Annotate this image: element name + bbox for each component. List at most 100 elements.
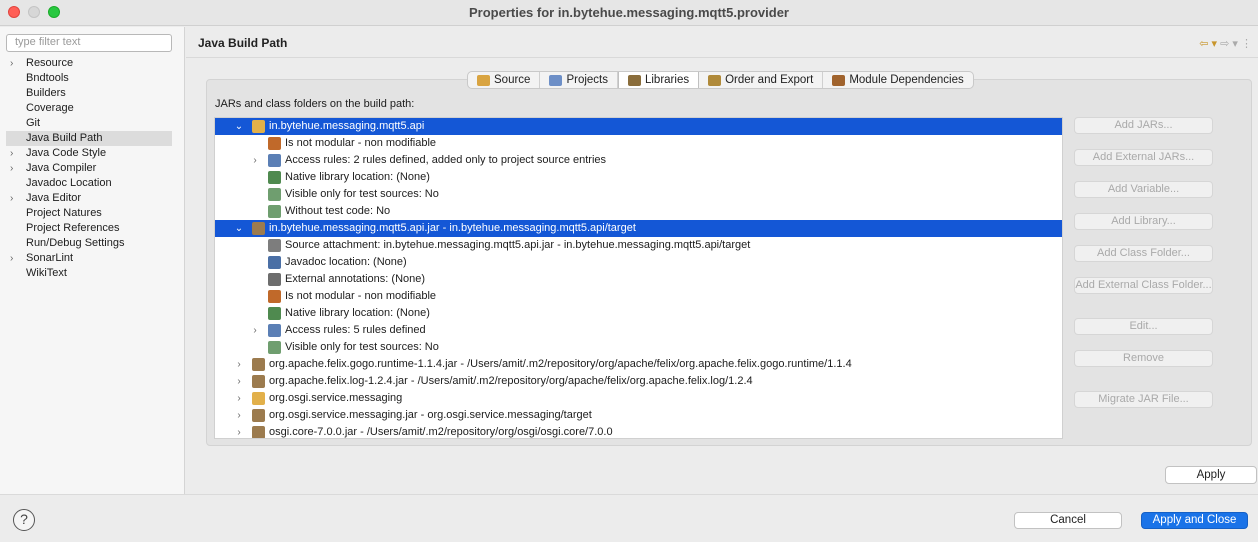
tree-row[interactable]: ⌄ in.bytehue.messaging.mqtt5.api: [215, 118, 1062, 135]
project-folder-icon: [252, 120, 265, 133]
tree-row[interactable]: Without test code: No: [215, 203, 1062, 220]
nav-item[interactable]: › SonarLint: [6, 251, 172, 266]
tree-row-label: org.osgi.service.messaging.jar - org.osg…: [269, 409, 592, 421]
back-arrow-icon[interactable]: ⇦ ▾: [1199, 38, 1217, 50]
side-button[interactable]: Add External JARs...: [1074, 149, 1213, 166]
side-button[interactable]: Add JARs...: [1074, 117, 1213, 134]
preference-nav-pane: type filter text › Resource Bndtools Builde…: [0, 27, 185, 494]
annotations-icon: [268, 273, 281, 286]
tree-row-label: Javadoc location: (None): [285, 256, 407, 268]
module-icon: [832, 74, 846, 86]
tab[interactable]: Libraries: [617, 72, 700, 88]
tree-row[interactable]: › org.apache.felix.log-1.2.4.jar - /Users…: [215, 373, 1062, 390]
native-lib-icon: [268, 307, 281, 320]
nav-item[interactable]: › Java Editor: [6, 191, 172, 206]
nav-item[interactable]: Project References: [6, 221, 172, 236]
chevron-right-icon[interactable]: ›: [249, 322, 261, 339]
tab[interactable]: Module Dependencies: [823, 72, 972, 88]
nav-item[interactable]: › Java Compiler: [6, 161, 172, 176]
side-button[interactable]: Remove: [1074, 350, 1213, 367]
chevron-right-icon[interactable]: ›: [233, 424, 245, 438]
side-button[interactable]: Add Class Folder...: [1074, 245, 1213, 262]
tree-row[interactable]: › Access rules: 5 rules defined: [215, 322, 1062, 339]
forward-arrow-icon[interactable]: ⇨ ▾: [1220, 38, 1238, 50]
nav-item[interactable]: Java Build Path: [6, 131, 172, 146]
tree-row[interactable]: Visible only for test sources: No: [215, 339, 1062, 356]
tree-row[interactable]: Is not modular - non modifiable: [215, 288, 1062, 305]
nav-item[interactable]: Coverage: [6, 101, 172, 116]
nav-item-label: Java Editor: [26, 192, 82, 204]
apply-and-close-button[interactable]: Apply and Close: [1141, 512, 1248, 529]
chevron-right-icon[interactable]: ›: [10, 191, 20, 206]
tree-row[interactable]: External annotations: (None): [215, 271, 1062, 288]
more-menu-icon[interactable]: ⋮: [1241, 38, 1252, 50]
chevron-right-icon[interactable]: ›: [10, 251, 20, 266]
tree-row-label: org.apache.felix.gogo.runtime-1.1.4.jar …: [269, 358, 852, 370]
tab-label: Order and Export: [725, 74, 814, 86]
nav-item[interactable]: Builders: [6, 86, 172, 101]
tree-row[interactable]: ⌄ in.bytehue.messaging.mqtt5.api.jar - in…: [215, 220, 1062, 237]
filter-input[interactable]: type filter text: [6, 34, 172, 52]
tree-row[interactable]: Javadoc location: (None): [215, 254, 1062, 271]
tree-row[interactable]: Source attachment: in.bytehue.messaging.…: [215, 237, 1062, 254]
tree-row[interactable]: › osgi.core-7.0.0.jar - /Users/amit/.m2/r…: [215, 424, 1062, 438]
nav-item[interactable]: Javadoc Location: [6, 176, 172, 191]
nav-item[interactable]: › Java Code Style: [6, 146, 172, 161]
side-button[interactable]: Migrate JAR File...: [1074, 391, 1213, 408]
title-bar: Properties for in.bytehue.messaging.mqtt…: [0, 0, 1258, 26]
nav-item[interactable]: Bndtools: [6, 71, 172, 86]
chevron-right-icon[interactable]: ›: [233, 356, 245, 373]
side-button[interactable]: Edit...: [1074, 318, 1213, 335]
jar-icon: [252, 222, 265, 235]
module-attr-icon: [268, 137, 281, 150]
test-icon: [268, 341, 281, 354]
nav-item[interactable]: WikiText: [6, 266, 172, 281]
nav-item[interactable]: › Resource: [6, 56, 172, 71]
tree-row-label: Native library location: (None): [285, 171, 430, 183]
chevron-right-icon[interactable]: ›: [233, 407, 245, 424]
chevron-right-icon[interactable]: ›: [10, 146, 20, 161]
tree-row-label: Access rules: 5 rules defined: [285, 324, 426, 336]
chevron-right-icon[interactable]: ›: [10, 56, 20, 71]
project-folder-icon: [252, 392, 265, 405]
chevron-right-icon[interactable]: ›: [233, 390, 245, 407]
side-button[interactable]: Add External Class Folder...: [1074, 277, 1213, 294]
nav-item-label: Java Build Path: [26, 132, 103, 144]
nav-item[interactable]: Project Natures: [6, 206, 172, 221]
tree-row[interactable]: › Access rules: 2 rules defined, added on…: [215, 152, 1062, 169]
nav-item-label: SonarLint: [26, 252, 74, 264]
tab[interactable]: Source: [468, 72, 541, 88]
tree-row-label: in.bytehue.messaging.mqtt5.api: [269, 120, 425, 132]
tree-row-label: Access rules: 2 rules defined, added onl…: [285, 154, 607, 166]
tree-row[interactable]: Native library location: (None): [215, 305, 1062, 322]
nav-item-label: Bndtools: [26, 72, 69, 84]
tree-row-label: Without test code: No: [285, 205, 391, 217]
chevron-right-icon[interactable]: ›: [249, 152, 261, 169]
side-button[interactable]: Add Variable...: [1074, 181, 1213, 198]
module-attr-icon: [268, 290, 281, 303]
chevron-down-icon[interactable]: ⌄: [233, 118, 245, 135]
tab[interactable]: Projects: [540, 72, 618, 88]
nav-item-label: Project Natures: [26, 207, 102, 219]
build-path-tree[interactable]: ⌄ in.bytehue.messaging.mqtt5.api Is not mo…: [214, 117, 1063, 439]
nav-item[interactable]: Run/Debug Settings: [6, 236, 172, 251]
chevron-right-icon[interactable]: ›: [10, 161, 20, 176]
tab[interactable]: Order and Export: [699, 72, 824, 88]
apply-button[interactable]: Apply: [1165, 466, 1257, 484]
tree-row[interactable]: › org.osgi.service.messaging: [215, 390, 1062, 407]
tree-row[interactable]: Is not modular - non modifiable: [215, 135, 1062, 152]
tree-row[interactable]: Native library location: (None): [215, 169, 1062, 186]
chevron-right-icon[interactable]: ›: [233, 373, 245, 390]
cancel-button[interactable]: Cancel: [1014, 512, 1122, 529]
chevron-down-icon[interactable]: ⌄: [233, 220, 245, 237]
nav-item[interactable]: Git: [6, 116, 172, 131]
tree-row[interactable]: Visible only for test sources: No: [215, 186, 1062, 203]
help-button[interactable]: ?: [13, 509, 35, 531]
tree-row[interactable]: › org.apache.felix.gogo.runtime-1.1.4.jar…: [215, 356, 1062, 373]
nav-item-label: Java Compiler: [26, 162, 97, 174]
tree-row[interactable]: › org.osgi.service.messaging.jar - org.os…: [215, 407, 1062, 424]
jar-icon: [252, 426, 265, 438]
project-icon: [549, 74, 563, 86]
native-lib-icon: [268, 171, 281, 184]
side-button[interactable]: Add Library...: [1074, 213, 1213, 230]
